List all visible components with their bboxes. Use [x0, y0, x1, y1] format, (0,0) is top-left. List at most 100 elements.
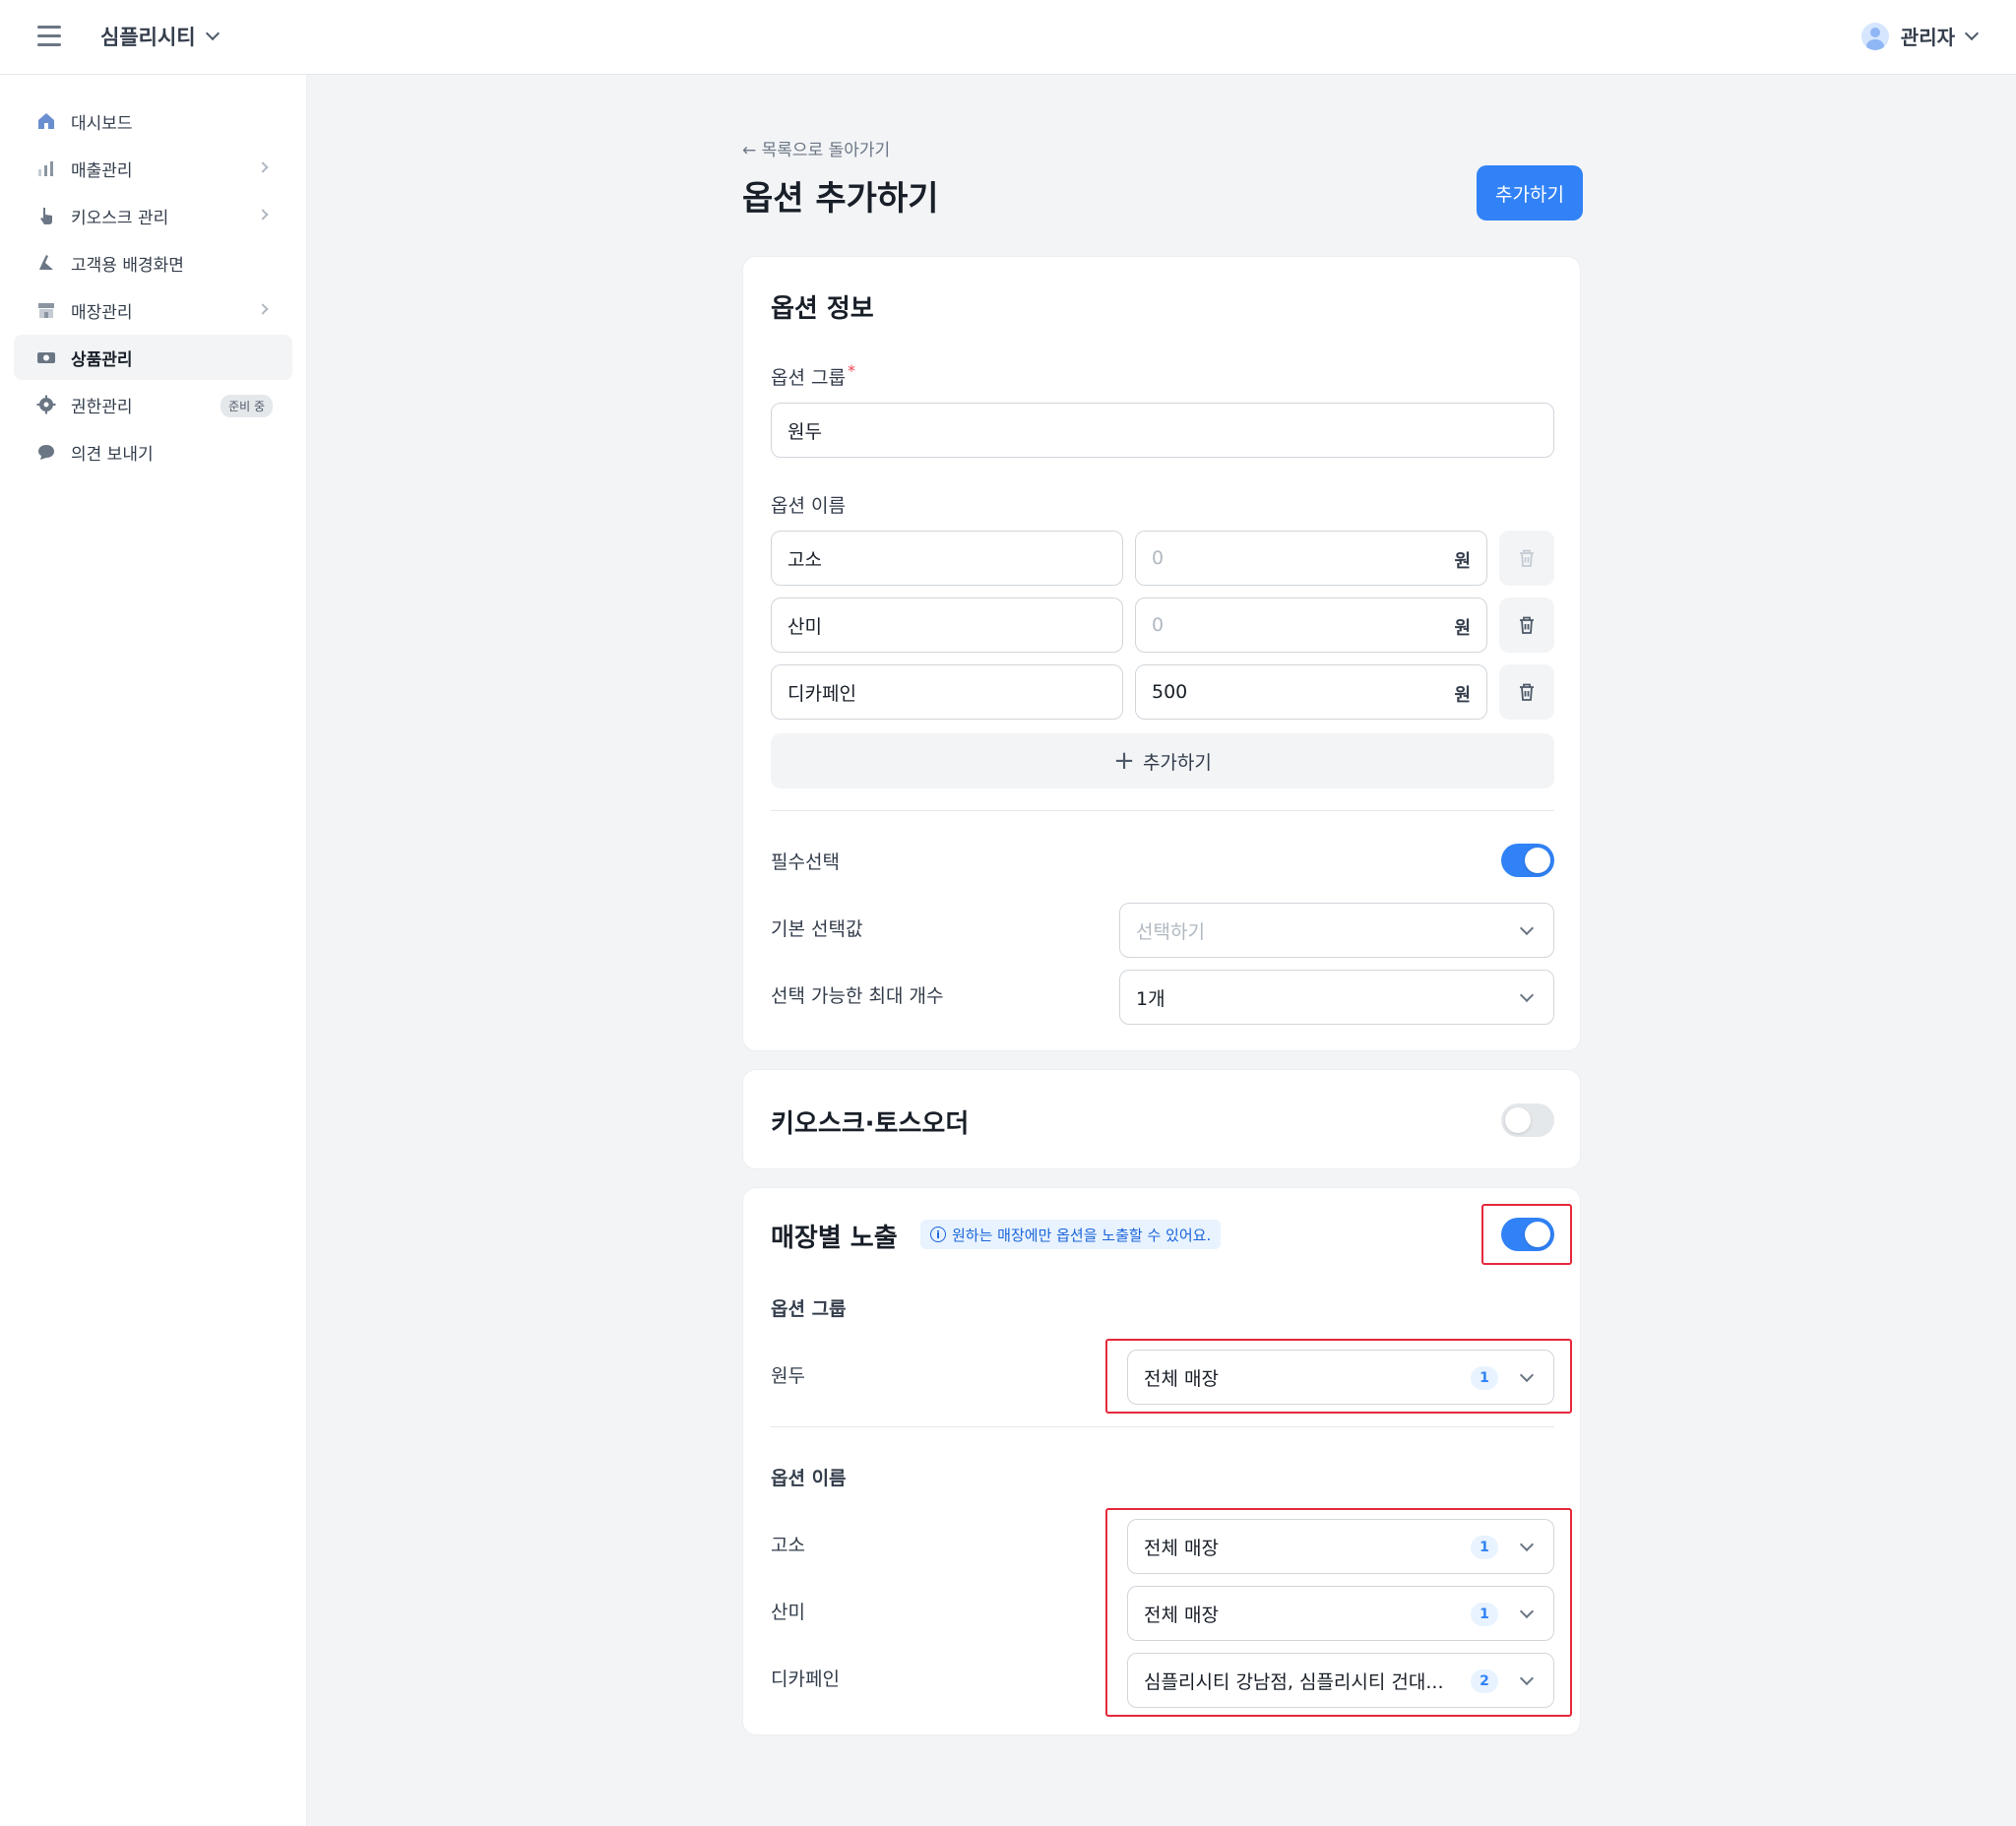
- option-name-input[interactable]: 디카페인: [771, 664, 1123, 720]
- option-price-input[interactable]: 0원: [1135, 531, 1487, 586]
- max-count-select[interactable]: 1개: [1119, 970, 1554, 1025]
- add-option-label: 추가하기: [1142, 751, 1212, 774]
- gear-icon: [35, 394, 57, 415]
- input-value: 500: [1152, 681, 1188, 703]
- input-value: 원두: [788, 420, 822, 443]
- sidebar-item-label: 매장관리: [71, 302, 133, 323]
- input-placeholder: 0: [1152, 547, 1165, 569]
- option-name-input[interactable]: 고소: [771, 531, 1123, 586]
- currency-unit: 원: [1454, 618, 1471, 639]
- sidebar-item-sales[interactable]: 매출관리: [14, 146, 292, 191]
- sidebar-item-feedback[interactable]: 의견 보내기: [14, 429, 292, 474]
- store-row-label: 원두: [771, 1365, 805, 1387]
- required-mark: *: [847, 361, 855, 380]
- sidebar-item-products[interactable]: 상품관리: [14, 335, 292, 380]
- chevron-right-icon: [257, 209, 269, 220]
- select-value: 1개: [1136, 987, 1166, 1010]
- toggle-knob: [1505, 1107, 1531, 1133]
- page-title: 옵션 추가하기: [742, 179, 939, 219]
- user-name: 관리자: [1900, 26, 1955, 49]
- card-title: 옵션 정보: [771, 294, 874, 324]
- divider: [771, 1426, 1554, 1427]
- menu-icon[interactable]: [37, 26, 61, 47]
- input-value: 디카페인: [788, 682, 856, 705]
- kiosk-toggle[interactable]: [1501, 1103, 1554, 1137]
- sidebar-item-dashboard[interactable]: 대시보드: [14, 98, 292, 144]
- hand-pointer-icon: [35, 205, 57, 226]
- required-select-toggle[interactable]: [1501, 844, 1554, 877]
- store-row-label: 산미: [771, 1602, 805, 1623]
- select-placeholder: 선택하기: [1136, 920, 1205, 943]
- max-count-label: 선택 가능한 최대 개수: [771, 985, 944, 1007]
- default-value-select[interactable]: 선택하기: [1119, 903, 1554, 958]
- brand-selector[interactable]: 심플리시티: [100, 22, 220, 51]
- add-option-button[interactable]: + 추가하기: [771, 733, 1554, 788]
- sidebar-item-label: 고객용 배경화면: [71, 255, 184, 276]
- group-section-label: 옵션 그룹: [771, 1298, 847, 1320]
- card-title: 매장별 노출: [771, 1224, 898, 1253]
- field-label: 옵션 그룹: [771, 367, 846, 389]
- trash-icon: [1520, 549, 1534, 567]
- input-value: 산미: [788, 615, 822, 638]
- chevron-down-icon: [1519, 920, 1535, 936]
- option-names-label: 옵션 이름: [771, 495, 846, 517]
- card-title: 키오스크·토스오더: [771, 1109, 970, 1139]
- chevron-right-icon: [257, 303, 269, 315]
- sidebar-item-permissions[interactable]: 권한관리 준비 중: [14, 382, 292, 427]
- option-group-input[interactable]: 원두: [771, 403, 1554, 458]
- sidebar: 대시보드 매출관리 키오스크 관리 고객용 배경화면 매장관리 상품관리 권한관…: [0, 75, 307, 1826]
- sidebar-item-kiosk[interactable]: 키오스크 관리: [14, 193, 292, 238]
- toggle-knob: [1525, 848, 1550, 873]
- option-info-card: 옵션 정보 옵션 그룹 * 원두 옵션 이름 고소 0원 산미 0원 디카페인 5…: [742, 256, 1581, 1051]
- chat-bubble-icon: [35, 441, 57, 463]
- input-placeholder: 0: [1152, 614, 1165, 636]
- chevron-down-icon: [1964, 26, 1980, 40]
- sidebar-item-wallpaper[interactable]: 고객용 배경화면: [14, 240, 292, 285]
- sidebar-item-label: 권한관리: [71, 397, 133, 417]
- currency-unit: 원: [1454, 551, 1471, 572]
- sidebar-item-label: 상품관리: [71, 349, 133, 370]
- names-section-label: 옵션 이름: [771, 1468, 847, 1489]
- submit-button[interactable]: 추가하기: [1477, 165, 1583, 220]
- delete-option-button[interactable]: [1499, 598, 1554, 653]
- option-price-input[interactable]: 500 원: [1135, 664, 1487, 720]
- highlight-box: [1105, 1339, 1572, 1414]
- back-link[interactable]: ← 목록으로 돌아가기: [742, 136, 890, 160]
- input-value: 고소: [788, 548, 822, 571]
- option-price-input[interactable]: 0원: [1135, 598, 1487, 653]
- plus-icon: +: [1113, 746, 1135, 776]
- sidebar-item-stores[interactable]: 매장관리: [14, 287, 292, 333]
- required-select-label: 필수선택: [771, 851, 840, 873]
- avatar: [1860, 22, 1889, 50]
- home-icon: [35, 110, 57, 132]
- kiosk-card: 키오스크·토스오더: [742, 1069, 1581, 1169]
- chart-icon: [35, 157, 57, 179]
- divider: [771, 810, 1554, 811]
- sidebar-nav: 대시보드 매출관리 키오스크 관리 고객용 배경화면 매장관리 상품관리 권한관…: [0, 75, 306, 474]
- sidebar-item-label: 대시보드: [71, 113, 133, 134]
- chevron-down-icon: [1519, 987, 1535, 1003]
- status-badge: 준비 중: [220, 395, 273, 417]
- info-icon: i: [930, 1227, 946, 1242]
- highlight-box: [1105, 1508, 1572, 1717]
- store-icon: [35, 299, 57, 321]
- trash-icon: [1520, 616, 1534, 634]
- ticket-icon: [35, 346, 57, 368]
- delete-option-button[interactable]: [1499, 531, 1554, 586]
- trash-icon: [1520, 683, 1534, 701]
- user-menu[interactable]: 관리자: [1860, 22, 1980, 50]
- sidebar-item-label: 매출관리: [71, 160, 133, 181]
- currency-unit: 원: [1454, 685, 1471, 706]
- store-row-label: 고소: [771, 1535, 805, 1556]
- chevron-right-icon: [257, 161, 269, 173]
- delete-option-button[interactable]: [1499, 664, 1554, 720]
- default-value-label: 기본 선택값: [771, 918, 863, 940]
- option-name-input[interactable]: 산미: [771, 598, 1123, 653]
- sidebar-item-label: 키오스크 관리: [71, 208, 169, 228]
- top-bar: 심플리시티 관리자: [0, 0, 2016, 75]
- info-chip: i 원하는 매장에만 옵션을 노출할 수 있어요.: [920, 1220, 1222, 1249]
- option-group-label: 옵션 그룹 *: [771, 361, 855, 390]
- info-text: 원하는 매장에만 옵션을 노출할 수 있어요.: [952, 1226, 1212, 1244]
- brand-name: 심플리시티: [100, 26, 196, 49]
- chevron-down-icon: [205, 26, 220, 41]
